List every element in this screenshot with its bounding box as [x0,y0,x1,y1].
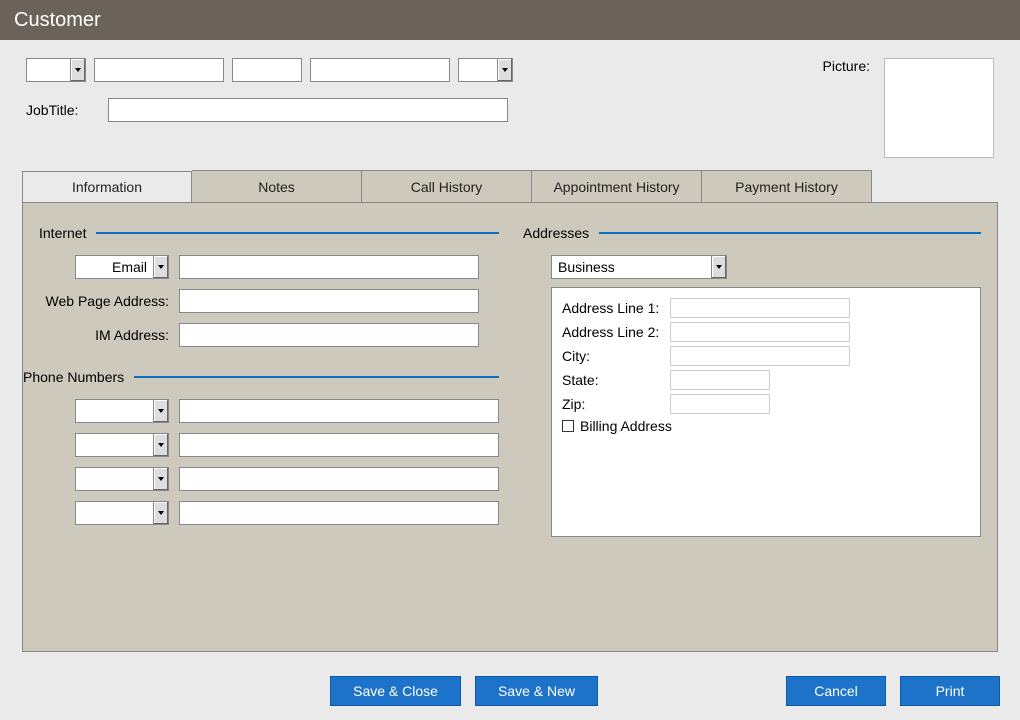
dropdown-icon [153,400,168,422]
phone-type-select-4[interactable] [75,501,169,525]
tab-notes[interactable]: Notes [192,170,362,202]
save-close-button[interactable]: Save & Close [330,676,461,706]
dropdown-icon [70,59,85,81]
internet-heading: Internet [39,225,86,241]
jobtitle-label: JobTitle: [26,102,78,118]
addr-zip-field[interactable] [670,394,770,414]
phone-heading: Phone Numbers [23,369,124,385]
print-button[interactable]: Print [900,676,1000,706]
email-type-value: Email [76,259,153,275]
addr-line2-label: Address Line 2: [562,324,662,340]
tab-payment-history[interactable]: Payment History [702,170,872,202]
address-panel: Address Line 1: Address Line 2: City: St… [551,287,981,537]
tab-information[interactable]: Information [22,171,192,203]
phone-field-1[interactable] [179,399,499,423]
divider [96,232,499,234]
phone-field-4[interactable] [179,501,499,525]
save-new-button[interactable]: Save & New [475,676,598,706]
tab-call-history[interactable]: Call History [362,170,532,202]
tab-strip: Information Notes Call History Appointme… [22,170,998,202]
jobtitle-field[interactable] [108,98,508,122]
addr-state-label: State: [562,372,662,388]
prefix-select[interactable] [26,58,86,82]
dropdown-icon [153,434,168,456]
phone-type-select-3[interactable] [75,467,169,491]
footer-buttons: Save & Close Save & New Cancel Print [330,676,1000,706]
im-label: IM Address: [39,327,169,343]
phone-type-select-1[interactable] [75,399,169,423]
addr-line1-field[interactable] [670,298,850,318]
addr-line2-field[interactable] [670,322,850,342]
dropdown-icon [153,502,168,524]
addr-zip-label: Zip: [562,396,662,412]
tab-panel-information: Internet Email Web Page Address: IM Addr… [22,202,998,652]
phone-field-3[interactable] [179,467,499,491]
last-name-field[interactable] [310,58,450,82]
im-field[interactable] [179,323,479,347]
divider [599,232,981,234]
web-field[interactable] [179,289,479,313]
dropdown-icon [711,256,726,278]
cancel-button[interactable]: Cancel [786,676,886,706]
phone-type-select-2[interactable] [75,433,169,457]
billing-checkbox[interactable] [562,420,574,432]
phone-field-2[interactable] [179,433,499,457]
dropdown-icon [153,256,168,278]
addr-state-field[interactable] [670,370,770,390]
email-type-select[interactable]: Email [75,255,169,279]
tab-appointment-history[interactable]: Appointment History [532,170,702,202]
dropdown-icon [153,468,168,490]
title-text: Customer [14,9,101,32]
first-name-field[interactable] [94,58,224,82]
picture-placeholder[interactable] [884,58,994,158]
addr-city-field[interactable] [670,346,850,366]
billing-label: Billing Address [580,418,672,434]
picture-label: Picture: [823,58,870,158]
window-title: Customer [0,0,1020,40]
web-label: Web Page Address: [39,293,169,309]
addresses-heading: Addresses [523,225,589,241]
middle-name-field[interactable] [232,58,302,82]
address-type-select[interactable]: Business [551,255,727,279]
dropdown-icon [497,59,512,81]
email-field[interactable] [179,255,479,279]
suffix-select[interactable] [458,58,513,82]
addr-line1-label: Address Line 1: [562,300,662,316]
address-type-value: Business [552,259,711,275]
divider [134,376,499,378]
addr-city-label: City: [562,348,662,364]
